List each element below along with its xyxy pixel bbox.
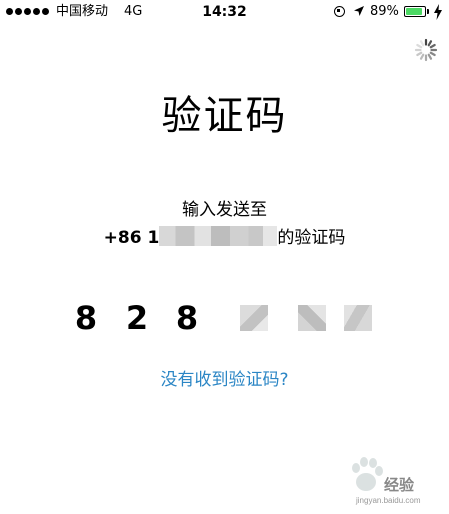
watermark-url: jingyan.baidu.com — [356, 496, 421, 505]
location-arrow-icon — [354, 6, 364, 16]
page-title: 验证码 — [161, 93, 288, 139]
sent-to-label: 输入发送至 — [182, 200, 267, 220]
battery-tip — [427, 9, 429, 14]
watermark-brand: 经验 — [384, 477, 415, 494]
phone-line: +86 1 的验证码 — [0, 226, 449, 250]
orientation-lock-icon — [334, 6, 345, 17]
phone-number: +86 1 — [103, 228, 160, 248]
code-digit-3: 8 — [175, 299, 199, 337]
phone-suffix: 的验证码 — [277, 228, 346, 248]
resend-code-link[interactable]: 没有收到验证码? — [0, 368, 449, 392]
battery-percentage: 89% — [370, 4, 399, 19]
code-digit-5 — [298, 305, 326, 331]
code-digit-1: 8 — [74, 299, 98, 337]
charging-bolt-icon — [434, 4, 442, 20]
baidu-watermark-icon — [352, 457, 383, 491]
code-digit-6 — [344, 305, 372, 331]
battery-icon — [404, 6, 426, 17]
code-digit-4 — [240, 305, 268, 331]
code-digit-2: 2 — [125, 299, 149, 337]
masked-phone-digits — [159, 226, 278, 246]
battery-level-fill — [406, 8, 423, 15]
spinner-icon — [414, 38, 438, 62]
verification-code-input[interactable]: 8 2 8 — [0, 295, 449, 345]
status-bar: 中国移动 4G 14:32 89% — [0, 0, 449, 24]
